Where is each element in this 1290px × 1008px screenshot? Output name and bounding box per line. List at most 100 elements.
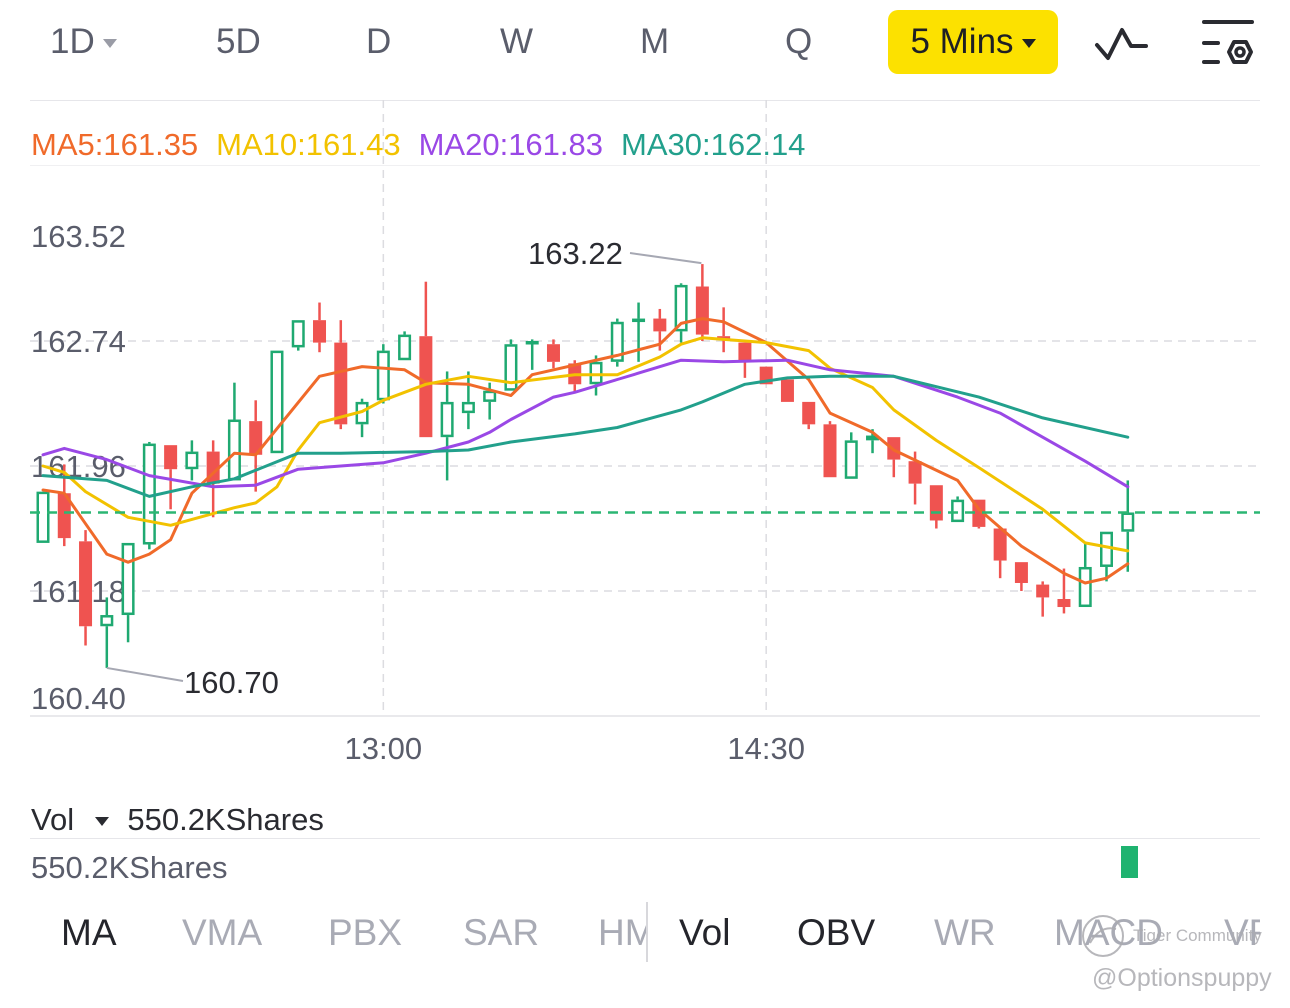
candle-body bbox=[546, 344, 560, 362]
candle-body bbox=[525, 341, 539, 345]
low-annotation-leader bbox=[106, 666, 184, 682]
candle-body bbox=[738, 342, 752, 362]
candle-body bbox=[1121, 512, 1135, 532]
candle-body bbox=[100, 615, 114, 627]
candle bbox=[993, 528, 1007, 579]
watermark-user: @Optionspuppy bbox=[1092, 964, 1272, 992]
candle-body bbox=[461, 401, 475, 414]
high-annotation-leader bbox=[629, 252, 702, 265]
candle bbox=[1036, 581, 1050, 617]
y-axis-tick-label: 160.40 bbox=[31, 681, 126, 716]
candle-body bbox=[121, 542, 135, 616]
candlestick-chart[interactable]: 163.52162.74161.96161.18160.4013:00 14:30… bbox=[0, 0, 1290, 800]
candle-body bbox=[291, 320, 305, 348]
candle-body bbox=[823, 424, 837, 478]
divider bbox=[30, 838, 1260, 839]
candle-body bbox=[929, 485, 943, 521]
x-axis-tick-label: 13:00 bbox=[345, 731, 423, 766]
volume-axis-label: 550.2KShares bbox=[31, 850, 228, 885]
indicator-tab-sar[interactable]: SAR bbox=[463, 910, 553, 956]
ma-line-ma20 bbox=[41, 358, 1130, 489]
candle bbox=[398, 331, 412, 361]
candle-body bbox=[376, 350, 390, 401]
candle bbox=[1121, 480, 1135, 572]
candle bbox=[440, 371, 454, 481]
candle-body bbox=[1100, 531, 1113, 567]
candle bbox=[951, 496, 965, 523]
candle bbox=[355, 398, 369, 438]
candle bbox=[1014, 562, 1028, 591]
candle-body bbox=[398, 334, 412, 361]
volume-header[interactable]: Vol 550.2KShares bbox=[31, 802, 324, 838]
candle bbox=[227, 382, 241, 481]
candle-body bbox=[908, 461, 922, 484]
ma-line-ma10 bbox=[41, 336, 1130, 553]
indicator-tab-vol[interactable]: Vol bbox=[679, 910, 759, 956]
candle bbox=[887, 437, 901, 478]
candle bbox=[376, 344, 390, 404]
candle-body bbox=[653, 318, 667, 332]
candle bbox=[546, 339, 560, 369]
candle-body bbox=[36, 491, 50, 543]
candle-body bbox=[951, 499, 965, 523]
candle bbox=[249, 400, 263, 492]
candle bbox=[1078, 542, 1092, 608]
candle bbox=[185, 440, 199, 481]
candle bbox=[823, 421, 837, 478]
candle-body bbox=[270, 350, 284, 454]
candle-body bbox=[1036, 584, 1050, 598]
candle bbox=[674, 283, 688, 343]
candle-body bbox=[440, 401, 454, 438]
y-axis-tick-label: 162.74 bbox=[31, 324, 126, 359]
candle bbox=[632, 302, 646, 362]
candle-body bbox=[695, 286, 709, 335]
volume-value: 550.2KShares bbox=[127, 802, 324, 837]
indicator-tab-wr[interactable]: WR bbox=[934, 910, 1014, 956]
y-axis-tick-label: 163.52 bbox=[31, 219, 126, 254]
candle-body bbox=[227, 419, 241, 481]
candle-body bbox=[844, 440, 858, 479]
candle-body bbox=[802, 401, 816, 425]
indicator-tab-pbx[interactable]: PBX bbox=[328, 910, 418, 956]
indicator-tab-vma[interactable]: VMA bbox=[182, 910, 282, 956]
candle-body bbox=[1057, 599, 1071, 608]
candle-body bbox=[313, 320, 327, 343]
candle-body bbox=[334, 342, 348, 425]
candle bbox=[291, 320, 305, 351]
indicator-tab-hma[interactable]: HMA bbox=[598, 910, 646, 956]
candle-body bbox=[780, 379, 794, 402]
indicator-tab-obv[interactable]: OBV bbox=[797, 910, 887, 956]
candle bbox=[270, 350, 284, 454]
tab-divider bbox=[646, 902, 648, 962]
candle-body bbox=[79, 541, 93, 627]
high-price-annotation: 163.22 bbox=[528, 236, 623, 271]
candle bbox=[79, 530, 93, 646]
candle-body bbox=[1078, 566, 1092, 608]
candle bbox=[929, 485, 943, 529]
candle-body bbox=[589, 361, 603, 385]
y-axis-tick-label: 161.18 bbox=[31, 574, 126, 609]
candle bbox=[334, 320, 348, 430]
candle bbox=[780, 379, 794, 402]
candle bbox=[461, 371, 475, 430]
candle-body bbox=[632, 318, 646, 323]
candle bbox=[610, 318, 624, 367]
candle bbox=[844, 432, 858, 479]
tiger-logo-watermark bbox=[1082, 915, 1124, 957]
candle bbox=[802, 401, 816, 430]
candle bbox=[36, 491, 50, 543]
candle-body bbox=[164, 445, 178, 470]
candle-body bbox=[185, 451, 199, 470]
low-price-annotation: 160.70 bbox=[184, 665, 279, 700]
candle bbox=[525, 339, 539, 370]
volume-bar bbox=[1121, 846, 1138, 878]
volume-label: Vol bbox=[31, 802, 75, 837]
candle bbox=[419, 281, 433, 438]
candle bbox=[121, 542, 135, 643]
candle bbox=[695, 264, 709, 341]
indicator-tab-ma[interactable]: MA bbox=[61, 910, 151, 956]
x-axis-tick-label: 14:30 bbox=[727, 731, 805, 766]
candle-body bbox=[1014, 562, 1028, 583]
candle-body bbox=[483, 390, 497, 402]
candle bbox=[313, 302, 327, 353]
